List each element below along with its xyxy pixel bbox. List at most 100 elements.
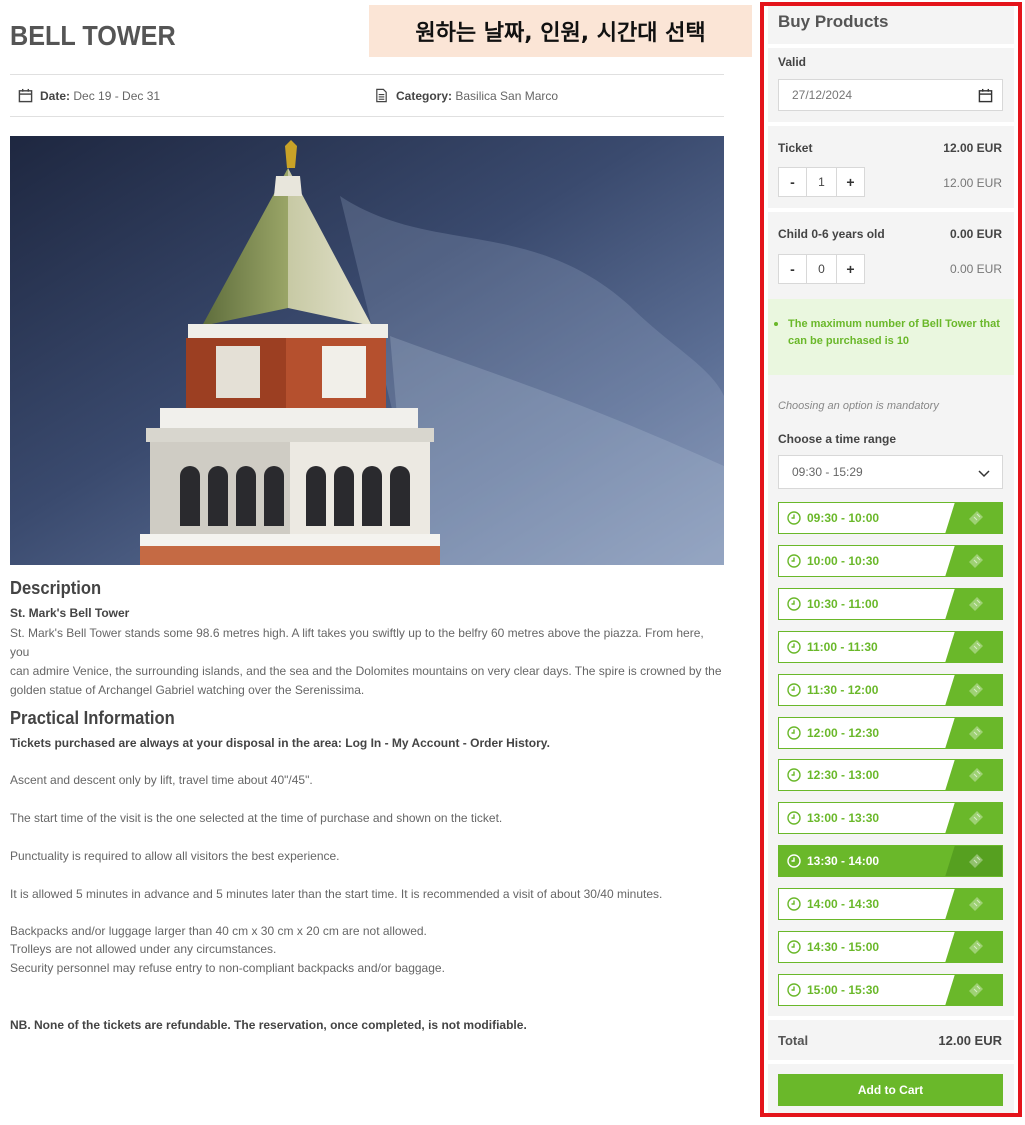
time-slot-label: 10:00 - 10:30 bbox=[807, 554, 880, 568]
practical-allowed: It is allowed 5 minutes in advance and 5… bbox=[10, 887, 663, 901]
divider bbox=[768, 1060, 1014, 1064]
mandatory-note: Choosing an option is mandatory bbox=[778, 400, 939, 412]
time-slot[interactable]: 12:00 - 12:30 bbox=[778, 717, 1003, 749]
time-slot-label: 11:30 - 12:00 bbox=[807, 683, 879, 697]
ticket-tab bbox=[945, 889, 1002, 919]
chevron-down-icon bbox=[978, 470, 990, 478]
ticket-decrement-button[interactable]: - bbox=[778, 167, 807, 197]
ticket-tab bbox=[945, 589, 1002, 619]
ticket-icon bbox=[969, 983, 983, 997]
child-quantity-stepper: - 0 + bbox=[778, 254, 865, 284]
practical-info-heading: Practical Information bbox=[10, 708, 175, 728]
ticket-tab bbox=[945, 503, 1002, 533]
ticket-tab bbox=[945, 932, 1002, 962]
time-range-value: 09:30 - 15:29 bbox=[792, 465, 863, 479]
practical-backpacks: Backpacks and/or luggage larger than 40 … bbox=[10, 924, 427, 938]
time-slot[interactable]: 11:00 - 11:30 bbox=[778, 631, 1003, 663]
clock-icon bbox=[787, 854, 801, 868]
clock-icon bbox=[787, 640, 801, 654]
buy-products-panel: Buy Products Valid 27/12/2024 Ticket 12.… bbox=[768, 6, 1014, 1113]
ticket-icon bbox=[969, 811, 983, 825]
calendar-icon bbox=[18, 88, 33, 103]
document-icon bbox=[376, 88, 387, 103]
ticket-icon bbox=[969, 897, 983, 911]
ticket-price: 12.00 EUR bbox=[943, 141, 1002, 155]
clock-icon bbox=[787, 940, 801, 954]
description-line: can admire Venice, the surrounding islan… bbox=[10, 664, 722, 678]
ticket-quantity[interactable]: 1 bbox=[807, 167, 836, 197]
time-slot[interactable]: 10:30 - 11:00 bbox=[778, 588, 1003, 620]
ticket-icon bbox=[969, 726, 983, 740]
date-meta: Date: Dec 19 - Dec 31 bbox=[18, 88, 160, 103]
time-slot-label: 09:30 - 10:00 bbox=[807, 511, 880, 525]
clock-icon bbox=[787, 726, 801, 740]
valid-date-value: 27/12/2024 bbox=[792, 88, 853, 102]
time-slot[interactable]: 12:30 - 13:00 bbox=[778, 759, 1003, 791]
annotation-note: 원하는 날짜, 인원, 시간대 선택 bbox=[369, 5, 752, 57]
time-slot-label: 13:30 - 14:00 bbox=[807, 854, 880, 868]
time-slot[interactable]: 11:30 - 12:00 bbox=[778, 674, 1003, 706]
ticket-subtotal: 12.00 EUR bbox=[943, 176, 1002, 190]
practical-ascent: Ascent and descent only by lift, travel … bbox=[10, 773, 313, 787]
page-title: BELL TOWER bbox=[10, 20, 176, 51]
practical-nb: NB. None of the tickets are refundable. … bbox=[10, 1018, 527, 1032]
clock-icon bbox=[787, 983, 801, 997]
category-label: Category: bbox=[396, 88, 453, 103]
divider bbox=[768, 44, 1014, 48]
ticket-tab bbox=[945, 975, 1002, 1005]
ticket-tab bbox=[945, 675, 1002, 705]
description-line: golden statue of Archangel Gabriel watch… bbox=[10, 683, 365, 697]
description-subtitle: St. Mark's Bell Tower bbox=[10, 606, 130, 620]
clock-icon bbox=[787, 811, 801, 825]
time-slot-label: 13:00 - 13:30 bbox=[807, 811, 880, 825]
category-value: Basilica San Marco bbox=[455, 88, 559, 103]
calendar-icon[interactable] bbox=[978, 88, 993, 103]
time-slot[interactable]: 09:30 - 10:00 bbox=[778, 502, 1003, 534]
child-increment-button[interactable]: + bbox=[836, 254, 865, 284]
clock-icon bbox=[787, 597, 801, 611]
ticket-icon bbox=[969, 854, 983, 868]
time-slot[interactable]: 14:30 - 15:00 bbox=[778, 931, 1003, 963]
description-body: St. Mark's Bell Tower stands some 98.6 m… bbox=[10, 624, 722, 700]
divider bbox=[768, 122, 1014, 126]
child-quantity[interactable]: 0 bbox=[807, 254, 836, 284]
bell-tower-photo bbox=[10, 136, 724, 565]
ticket-increment-button[interactable]: + bbox=[836, 167, 865, 197]
time-slot[interactable]: 13:00 - 13:30 bbox=[778, 802, 1003, 834]
time-slot[interactable]: 10:00 - 10:30 bbox=[778, 545, 1003, 577]
ticket-icon bbox=[969, 940, 983, 954]
time-slot-label: 15:00 - 15:30 bbox=[807, 983, 880, 997]
time-slot-label: 10:30 - 11:00 bbox=[807, 597, 879, 611]
ticket-icon bbox=[969, 683, 983, 697]
ticket-tab bbox=[945, 760, 1002, 790]
ticket-tab bbox=[945, 803, 1002, 833]
child-price: 0.00 EUR bbox=[949, 227, 1002, 241]
time-slot[interactable]: 14:00 - 14:30 bbox=[778, 888, 1003, 920]
ticket-quantity-stepper: - 1 + bbox=[778, 167, 865, 197]
ticket-label: Ticket bbox=[778, 141, 813, 155]
max-purchase-notice: The maximum number of Bell Tower that ca… bbox=[768, 299, 1014, 375]
time-slot[interactable]: 15:00 - 15:30 bbox=[778, 974, 1003, 1006]
add-to-cart-button[interactable]: Add to Cart bbox=[778, 1074, 1003, 1106]
practical-disposal: Tickets purchased are always at your dis… bbox=[10, 736, 550, 750]
valid-date-input[interactable]: 27/12/2024 bbox=[778, 79, 1003, 111]
practical-start-time: The start time of the visit is the one s… bbox=[10, 811, 503, 825]
time-range-select[interactable]: 09:30 - 15:29 bbox=[778, 455, 1003, 489]
ticket-icon bbox=[969, 768, 983, 782]
date-value: Dec 19 - Dec 31 bbox=[73, 88, 161, 103]
time-slot-label: 12:30 - 13:00 bbox=[807, 768, 880, 782]
time-slot[interactable]: 13:30 - 14:00 bbox=[778, 845, 1003, 877]
child-decrement-button[interactable]: - bbox=[778, 254, 807, 284]
divider bbox=[768, 1016, 1014, 1020]
description-line: St. Mark's Bell Tower stands some 98.6 m… bbox=[10, 626, 704, 659]
child-subtotal: 0.00 EUR bbox=[949, 262, 1002, 276]
practical-punctuality: Punctuality is required to allow all vis… bbox=[10, 849, 340, 863]
description-heading: Description bbox=[10, 578, 102, 598]
ticket-icon bbox=[969, 554, 983, 568]
practical-trolleys: Trolleys are not allowed under any circu… bbox=[10, 942, 277, 956]
total-label: Total bbox=[778, 1033, 809, 1048]
clock-icon bbox=[787, 554, 801, 568]
category-meta: Category: Basilica San Marco bbox=[374, 88, 558, 103]
divider bbox=[768, 208, 1014, 212]
ticket-icon bbox=[969, 640, 983, 654]
